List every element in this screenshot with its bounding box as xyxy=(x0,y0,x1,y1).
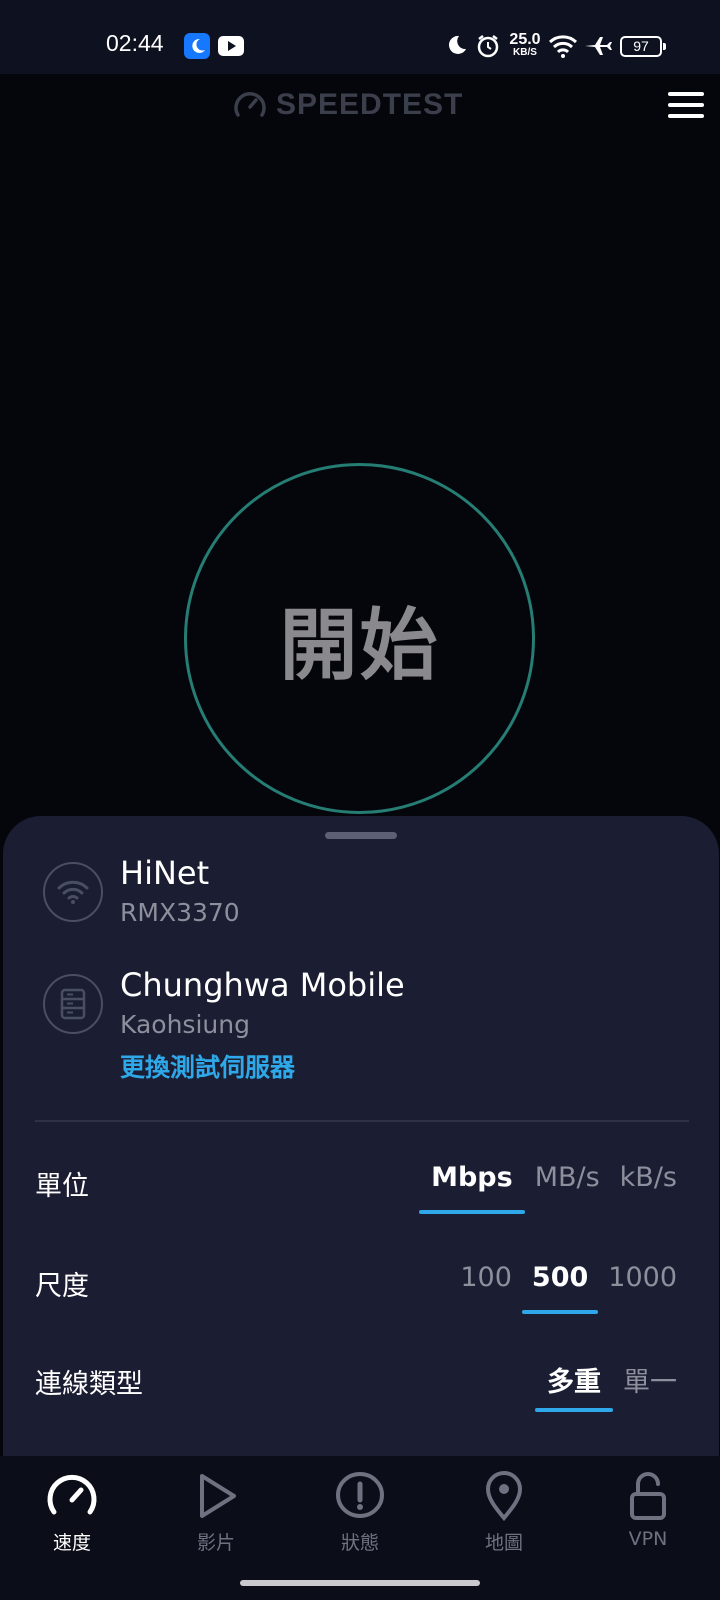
play-icon xyxy=(156,1470,276,1522)
nav-map[interactable]: 地圖 xyxy=(444,1470,564,1570)
connection-option-multi[interactable]: 多重 xyxy=(535,1360,613,1412)
connection-option-single[interactable]: 單一 xyxy=(613,1360,687,1406)
home-indicator[interactable] xyxy=(240,1580,480,1586)
change-server-link[interactable]: 更換測試伺服器 xyxy=(120,1048,295,1084)
nav-status[interactable]: 狀態 xyxy=(300,1470,420,1570)
nav-status-label: 狀態 xyxy=(340,1532,379,1554)
scale-option-100[interactable]: 100 xyxy=(450,1262,522,1308)
speedtest-logo: SPEEDTEST xyxy=(234,88,463,122)
gauge-logo-icon xyxy=(234,89,266,121)
lock-icon xyxy=(588,1470,708,1522)
youtube-icon xyxy=(218,36,244,60)
device-name: RMX3370 xyxy=(120,898,240,927)
alarm-icon xyxy=(476,34,500,62)
nav-speed[interactable]: 速度 xyxy=(12,1470,132,1570)
sheet-drag-handle[interactable] xyxy=(325,832,397,839)
nav-video-label: 影片 xyxy=(196,1532,235,1554)
speedtest-screen: 02:44 25.0 KB/S 97 SPEEDTEST 開始 HiNet RM… xyxy=(0,0,720,1600)
network-speed-unit: KB/S xyxy=(513,47,537,58)
menu-bar xyxy=(668,114,704,118)
scale-options: 100 500 1000 xyxy=(450,1262,687,1314)
nav-map-label: 地圖 xyxy=(484,1532,523,1554)
do-not-disturb-moon-icon xyxy=(446,34,468,60)
unit-option-mbps[interactable]: Mbps xyxy=(419,1162,525,1214)
settings-sheet: HiNet RMX3370 Chunghwa Mobile Kaohsiung … xyxy=(3,816,719,1456)
nav-speed-label: 速度 xyxy=(52,1532,91,1554)
server-name: Chunghwa Mobile xyxy=(120,966,405,1004)
network-speed-value: 25.0 xyxy=(509,31,541,48)
server-icon xyxy=(43,974,103,1034)
wifi-network-icon xyxy=(43,862,103,922)
server-location: Kaohsiung xyxy=(120,1010,250,1039)
app-header: SPEEDTEST xyxy=(0,86,720,130)
network-speed-indicator: 25.0 KB/S xyxy=(505,32,545,58)
connection-type-options: 多重 單一 xyxy=(535,1360,687,1412)
bottom-navigation: 速度 影片 狀態 地圖 VPN xyxy=(0,1456,720,1600)
unit-label: 單位 xyxy=(35,1171,89,1202)
logo-text: SPEEDTEST xyxy=(276,88,464,121)
nav-vpn-label: VPN xyxy=(628,1528,668,1550)
connection-type-setting: 連線類型 多重 單一 xyxy=(35,1350,687,1412)
battery-indicator: 97 xyxy=(620,36,666,57)
unit-option-kbytes[interactable]: kB/s xyxy=(610,1162,687,1208)
status-time: 02:44 xyxy=(106,30,164,56)
divider xyxy=(35,1120,689,1122)
connection-type-label: 連線類型 xyxy=(35,1369,143,1400)
moon-app-icon xyxy=(184,33,210,63)
airplane-icon xyxy=(584,36,612,60)
network-provider: HiNet xyxy=(120,854,210,892)
scale-option-500[interactable]: 500 xyxy=(521,1262,599,1314)
unit-options: Mbps MB/s kB/s xyxy=(419,1162,687,1214)
scale-option-1000[interactable]: 1000 xyxy=(598,1262,687,1308)
nav-vpn[interactable]: VPN xyxy=(588,1470,708,1570)
unit-option-mbytes[interactable]: MB/s xyxy=(525,1162,610,1208)
menu-bar xyxy=(668,103,704,107)
status-bar: 02:44 25.0 KB/S 97 xyxy=(0,0,720,74)
start-test-button[interactable]: 開始 xyxy=(184,463,535,814)
scale-setting: 尺度 100 500 1000 xyxy=(35,1252,687,1314)
nav-video[interactable]: 影片 xyxy=(156,1470,276,1570)
map-pin-icon xyxy=(444,1470,564,1522)
alert-icon xyxy=(300,1470,420,1522)
wifi-icon xyxy=(548,34,578,62)
scale-label: 尺度 xyxy=(35,1271,89,1302)
menu-bar xyxy=(668,92,704,96)
speedometer-icon xyxy=(12,1470,132,1522)
unit-setting: 單位 Mbps MB/s kB/s xyxy=(35,1152,687,1214)
start-label: 開始 xyxy=(279,600,440,691)
hamburger-menu-button[interactable] xyxy=(668,92,704,120)
